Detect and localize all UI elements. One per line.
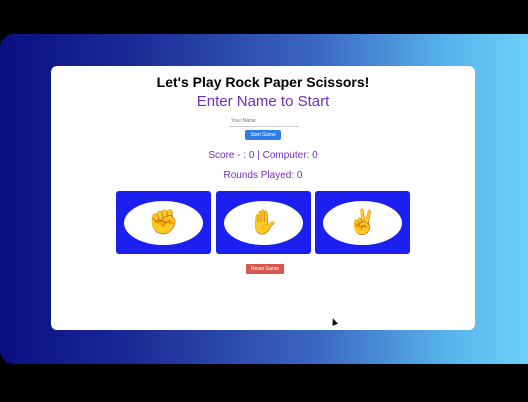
paper-hand-icon: ✋ (248, 209, 279, 236)
rock-choice-button[interactable]: ✊ (116, 191, 211, 254)
paper-choice-oval: ✋ (224, 201, 303, 245)
score-display: Score - : 0 | Computer: 0 (208, 150, 318, 161)
reset-game-button[interactable]: Reset Game (246, 264, 284, 274)
scissors-choice-oval: ✌️ (323, 201, 402, 245)
start-game-button[interactable]: Start Game (245, 130, 281, 140)
paper-choice-button[interactable]: ✋ (216, 191, 311, 254)
rock-fist-icon: ✊ (148, 209, 179, 236)
rounds-played-display: Rounds Played: 0 (223, 170, 303, 181)
name-prompt: Enter Name to Start (196, 93, 330, 110)
game-card: Let's Play Rock Paper Scissors! Enter Na… (51, 66, 475, 330)
rock-choice-oval: ✊ (124, 201, 203, 245)
page-title: Let's Play Rock Paper Scissors! (156, 74, 370, 90)
scissors-victory-hand-icon: ✌️ (347, 209, 378, 236)
name-input[interactable] (229, 116, 299, 127)
scissors-choice-button[interactable]: ✌️ (315, 191, 410, 254)
